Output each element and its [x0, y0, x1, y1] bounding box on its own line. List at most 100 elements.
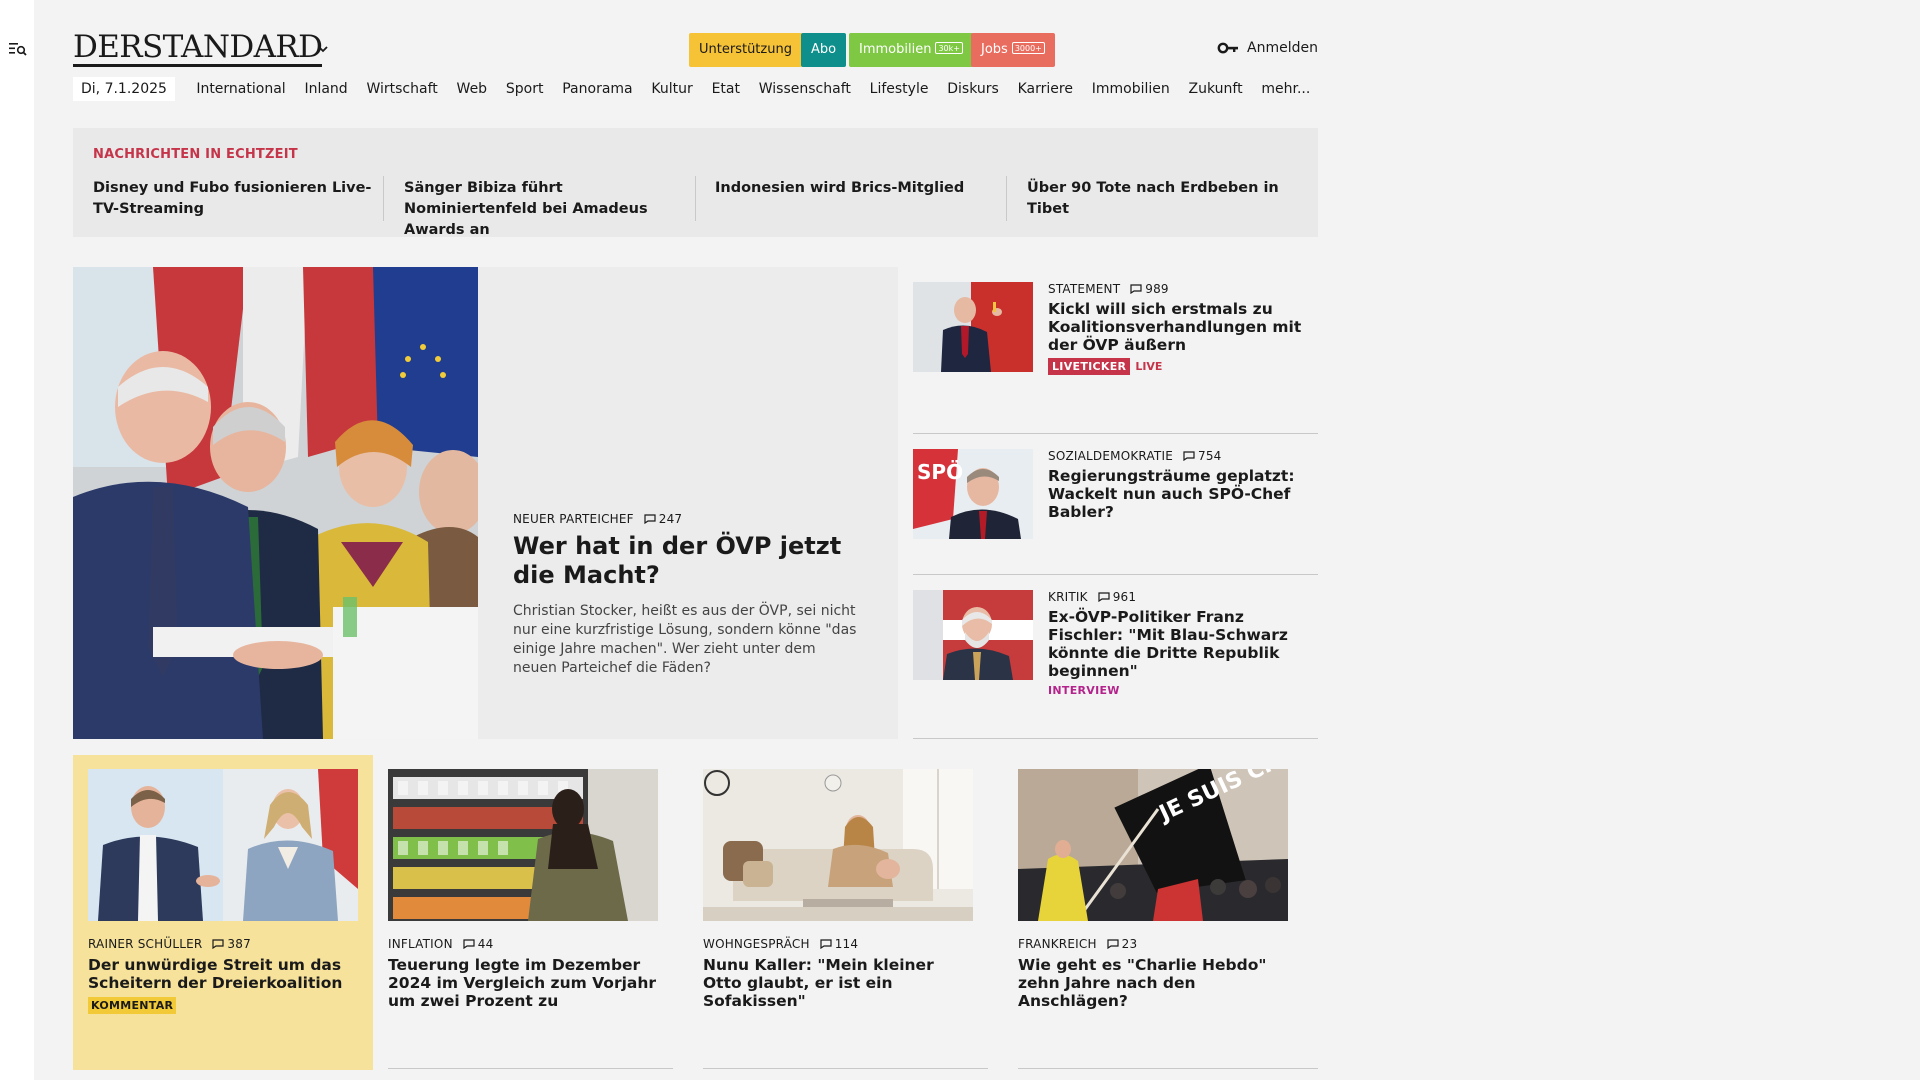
side-kicker-label: KRITIK — [1048, 590, 1088, 604]
side-title[interactable]: Regierungsträume geplatzt: Wackelt nun a… — [1048, 467, 1313, 521]
immobilien-label: Immobilien — [859, 42, 932, 57]
side-kicker-label: STATEMENT — [1048, 282, 1121, 296]
comment-count-value: 114 — [834, 937, 859, 951]
side-teaser-image — [913, 282, 1033, 372]
teaser-card-image — [388, 769, 658, 921]
divider — [1018, 1068, 1318, 1069]
comment-count-value: 247 — [658, 512, 683, 526]
jobs-label: Jobs — [981, 42, 1008, 57]
comment-icon — [212, 939, 225, 949]
teaser-card-text: RAINER SCHÜLLER 387 Der unwürdige Streit… — [88, 937, 360, 1014]
comment-count[interactable]: 247 — [644, 512, 683, 526]
breaking-news-item[interactable]: Sänger Bibiza führt Nominiertenfeld bei … — [404, 178, 694, 241]
divider — [703, 1068, 988, 1069]
comment-icon — [644, 514, 656, 524]
main-navigation: Di, 7.1.2025 International Inland Wirtsc… — [73, 77, 1320, 101]
nav-item-wissenschaft[interactable]: Wissenschaft — [759, 81, 851, 97]
side-kicker: SOZIALDEMOKRATIE 754 — [1048, 449, 1313, 463]
side-teaser-image: SPÖ — [913, 449, 1033, 539]
nav-item-inland[interactable]: Inland — [304, 81, 347, 97]
teaser-card-image: JE SUIS CHARLIE — [1018, 769, 1288, 921]
nav-item-diskurs[interactable]: Diskurs — [947, 81, 999, 97]
login-button[interactable]: Anmelden — [1217, 40, 1318, 56]
comment-icon — [1183, 451, 1195, 461]
lead-kicker-label: NEUER PARTEICHEF — [513, 512, 634, 526]
nav-item-panorama[interactable]: Panorama — [562, 81, 632, 97]
chevron-down-icon[interactable] — [316, 42, 330, 56]
abo-button[interactable]: Abo — [801, 33, 847, 67]
breaking-news-box: NACHRICHTEN IN ECHTZEIT Disney und Fubo … — [73, 128, 1318, 238]
side-teaser[interactable]: SPÖ SOZIALDEMOKRATIE 754 Regierungsträum… — [913, 449, 1318, 559]
teaser-card-image — [703, 769, 973, 921]
nav-item-wirtschaft[interactable]: Wirtschaft — [366, 81, 437, 97]
comment-count-value: 989 — [1145, 282, 1169, 296]
nav-item-sport[interactable]: Sport — [506, 81, 544, 97]
comment-icon — [1098, 592, 1110, 602]
side-title[interactable]: Kickl will sich erstmals zu Koali­tionsv… — [1048, 300, 1313, 354]
breaking-news-item[interactable]: Disney und Fubo fusionieren Live-TV-Stre… — [93, 178, 378, 220]
site-logo[interactable]: DERSTANDARD — [73, 31, 323, 67]
side-teaser-text: KRITIK 961 Ex-ÖVP-Politiker Franz Fischl… — [1048, 590, 1313, 697]
comment-count[interactable]: 387 — [212, 937, 251, 951]
support-button[interactable]: Unterstützung — [689, 33, 802, 67]
lead-title[interactable]: Wer hat in der ÖVP jetzt die Macht? — [513, 532, 863, 590]
lead-teaser: Christian Stocker, heißt es aus der ÖVP,… — [513, 603, 857, 676]
side-teaser-text: SOZIALDEMOKRATIE 754 Regierungsträume ge… — [1048, 449, 1313, 521]
nav-item-zukunft[interactable]: Zukunft — [1189, 81, 1243, 97]
liveticker-badge: LIVETICKER — [1048, 358, 1131, 375]
left-rail — [0, 0, 34, 1080]
teaser-card[interactable]: WOHNGESPRÄCH 114 Nunu Kaller: "Mein klei… — [688, 755, 988, 1070]
divider — [388, 1068, 673, 1069]
comment-count-value: 754 — [1198, 449, 1222, 463]
lead-story[interactable]: NEUER PARTEICHEF 247 Wer hat in der ÖVP … — [73, 267, 898, 739]
comment-count[interactable]: 989 — [1130, 282, 1169, 296]
side-title[interactable]: Ex-ÖVP-Politiker Franz Fischler: "Mit Bl… — [1048, 608, 1313, 680]
breaking-news-item[interactable]: Über 90 Tote nach Erdbeben in Tibet — [1027, 178, 1317, 220]
card-title[interactable]: Wie geht es "Charlie Hebdo" zehn Jahre n… — [1018, 956, 1290, 1010]
teaser-card[interactable]: INFLATION 44 Teuerung legte im Dezember … — [373, 755, 673, 1070]
card-title[interactable]: Teuerung legte im Dezember 2024 im Vergl… — [388, 956, 660, 1010]
breaking-news-label: NACHRICHTEN IN ECHTZEIT — [93, 147, 298, 162]
side-kicker: STATEMENT 989 — [1048, 282, 1313, 296]
jobs-button[interactable]: Jobs 3000+ — [971, 33, 1055, 67]
comment-count[interactable]: 961 — [1098, 590, 1137, 604]
teaser-card[interactable]: RAINER SCHÜLLER 387 Der unwürdige Streit… — [73, 755, 373, 1070]
card-kicker-label: FRANKREICH — [1018, 937, 1097, 951]
comment-icon — [1130, 284, 1142, 294]
nav-item-international[interactable]: International — [196, 81, 285, 97]
comment-count-value: 961 — [1112, 590, 1137, 604]
comment-count[interactable]: 114 — [820, 937, 859, 951]
card-title[interactable]: Nunu Kaller: "Mein kleiner Otto glaubt, … — [703, 956, 975, 1010]
nav-item-karriere[interactable]: Karriere — [1018, 81, 1073, 97]
comment-count-value: 387 — [227, 937, 251, 951]
side-kicker-label: SOZIALDEMOKRATIE — [1048, 449, 1173, 463]
card-title[interactable]: Der unwürdige Streit um das Scheitern de… — [88, 956, 360, 992]
nav-item-web[interactable]: Web — [457, 81, 488, 97]
teaser-card[interactable]: JE SUIS CHARLIE FRANKREICH 23 Wie geht e… — [1003, 755, 1303, 1070]
divider — [1006, 176, 1007, 221]
live-badge: LIVE — [1135, 360, 1163, 373]
teaser-card-image — [88, 769, 358, 921]
immobilien-button[interactable]: Immobilien 30k+ — [849, 33, 973, 67]
nav-item-immobilien[interactable]: Immobilien — [1092, 81, 1170, 97]
svg-text:SPÖ: SPÖ — [917, 460, 963, 484]
nav-item-lifestyle[interactable]: Lifestyle — [870, 81, 929, 97]
divider — [695, 176, 696, 221]
card-kicker: FRANKREICH 23 — [1018, 937, 1290, 951]
menu-search-icon[interactable] — [9, 42, 27, 58]
side-teaser[interactable]: STATEMENT 989 Kickl will sich erstmals z… — [913, 282, 1318, 412]
breaking-news-item[interactable]: Indonesien wird Brics-Mitglied — [715, 178, 1005, 199]
nav-item-more[interactable]: mehr... — [1261, 81, 1310, 97]
nav-item-etat[interactable]: Etat — [712, 81, 740, 97]
divider — [383, 176, 384, 221]
comment-icon — [1107, 939, 1119, 949]
side-kicker: KRITIK 961 — [1048, 590, 1313, 604]
side-teaser[interactable]: KRITIK 961 Ex-ÖVP-Politiker Franz Fischl… — [913, 590, 1318, 720]
lead-kicker: NEUER PARTEICHEF 247 — [513, 512, 863, 526]
current-date: Di, 7.1.2025 — [73, 77, 175, 101]
comment-count[interactable]: 23 — [1107, 937, 1138, 951]
jobs-count-badge: 3000+ — [1011, 42, 1045, 54]
nav-item-kultur[interactable]: Kultur — [651, 81, 692, 97]
comment-count[interactable]: 754 — [1183, 449, 1222, 463]
comment-count[interactable]: 44 — [463, 937, 494, 951]
